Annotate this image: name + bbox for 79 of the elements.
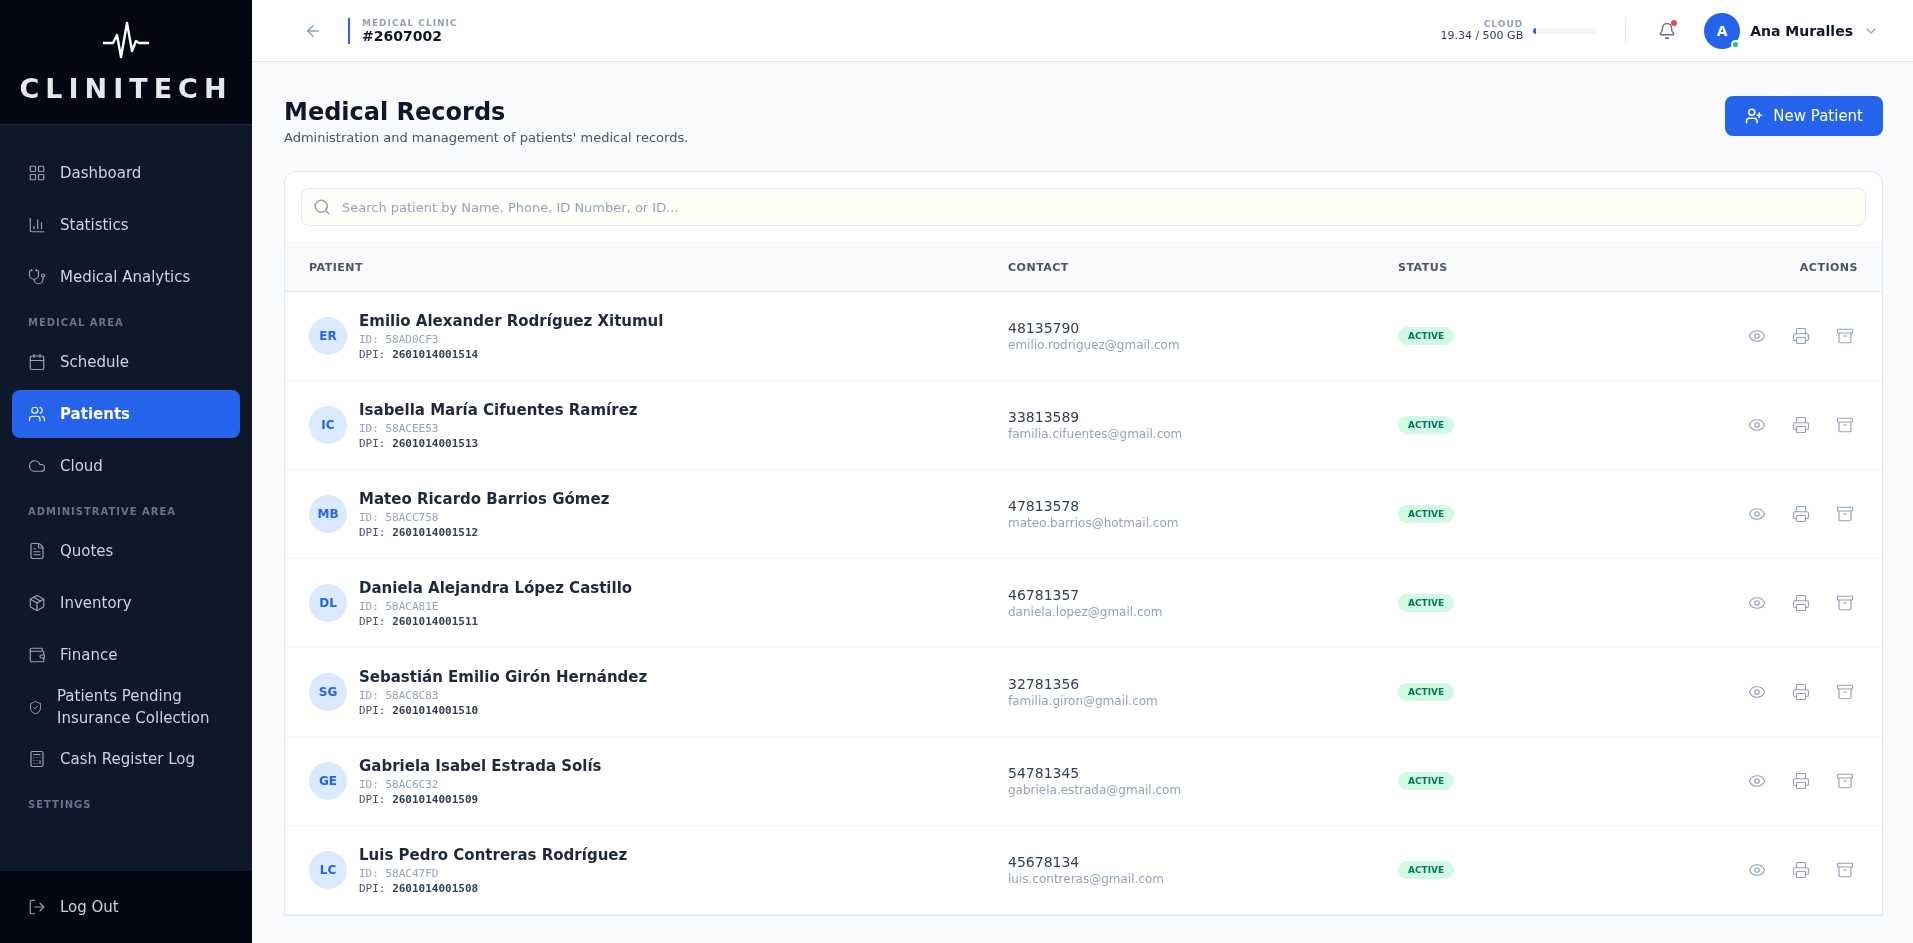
patient-initials-avatar: ER [309,317,347,355]
page-subtitle: Administration and management of patients' medical records. [284,130,689,145]
patient-dpi: DPI: 2601014001509 [359,792,480,806]
status-badge: ACTIVE [1398,594,1455,612]
patient-name: Mateo Ricardo Barrios Gómez [359,489,610,508]
search-field[interactable]: Search patient by Name, Phone, ID Number, or ID... [301,188,1866,226]
column-header: ACTIONS [1799,260,1858,274]
user-menu-button[interactable]: A Ana Muralles [1698,11,1885,50]
sidebar-section-label: MEDICAL AREA [27,316,125,330]
column-header: STATUS [1398,260,1448,274]
patient-dpi: DPI: 2601014001513 [359,436,480,450]
sidebar-item[interactable]: Quotes [12,527,240,575]
status-badge: ACTIVE [1398,861,1455,879]
page-title: Medical Records [284,98,507,126]
sidebar-item[interactable]: Dashboard [12,149,240,197]
patient-phone: 33813589 [1008,409,1081,425]
patient-phone: 47813578 [1008,498,1081,514]
patient-dpi: DPI: 2601014001512 [359,525,480,539]
patient-initials-avatar: IC [309,406,347,444]
patient-email: emilio.rodriguez@gmail.com [1008,338,1181,352]
status-badge: ACTIVE [1398,416,1455,434]
column-header: CONTACT [1008,260,1069,274]
patient-id: ID: 58ACA81E [359,599,440,613]
user-avatar: A [1704,12,1741,49]
sidebar-item[interactable]: Statistics [12,201,240,249]
patient-email: familia.giron@gmail.com [1008,694,1159,708]
sidebar-section-label: SETTINGS [27,798,93,812]
patient-name: Sebastián Emilio Girón Hernández [359,667,648,686]
sidebar-item[interactable]: Cash Register Log [12,735,240,783]
patient-initials-avatar: SG [309,673,347,711]
sidebar-item[interactable]: Finance [12,631,240,679]
sidebar-item[interactable]: Medical Analytics [12,253,240,301]
sidebar-item[interactable]: Patients Pending Insurance Collection [12,683,240,731]
status-badge: ACTIVE [1398,683,1455,701]
patient-name: Gabriela Isabel Estrada Solís [359,756,602,775]
patient-dpi: DPI: 2601014001511 [359,614,480,628]
patient-email: daniela.lopez@gmail.com [1008,605,1164,619]
patient-phone: 46781357 [1008,587,1081,603]
patient-id: ID: 58ACC758 [359,510,440,524]
patient-id: ID: 58AD0CF3 [359,332,440,346]
patient-name: Emilio Alexander Rodríguez Xitumul [359,311,664,330]
patient-dpi: DPI: 2601014001510 [359,703,480,717]
patient-initials-avatar: LC [309,851,347,889]
sidebar-item[interactable]: Schedule [12,338,240,386]
sidebar-item[interactable]: Cloud [12,442,240,490]
patient-initials-avatar: GE [309,762,347,800]
patient-phone: 32781356 [1008,676,1081,692]
sidebar-item[interactable]: Patients [12,390,240,438]
patient-email: familia.cifuentes@gmail.com [1008,427,1184,441]
patient-email: mateo.barrios@hotmail.com [1008,516,1180,530]
patient-name: Luis Pedro Contreras Rodríguez [359,845,628,864]
column-header: PATIENT [309,260,364,274]
patient-email: gabriela.estrada@gmail.com [1008,783,1183,797]
patient-name: Isabella María Cifuentes Ramírez [359,400,638,419]
patient-initials-avatar: MB [309,495,347,533]
status-badge: ACTIVE [1398,327,1455,345]
patient-id: ID: 58AC8C83 [359,688,440,702]
patient-initials-avatar: DL [309,584,347,622]
clinic-id: #2607002 [362,27,443,44]
patient-id: ID: 58AC47FD [359,866,440,880]
patient-phone: 54781345 [1008,765,1081,781]
new-patient-button[interactable]: New Patient [1725,96,1883,136]
storage-reading: 19.34 / 500 GB [1440,29,1524,42]
patient-phone: 45678134 [1008,854,1081,870]
patient-name: Daniela Alejandra López Castillo [359,578,633,597]
storage-label: CLOUD [1483,19,1524,29]
patient-id: ID: 58AC6C32 [359,777,440,791]
status-badge: ACTIVE [1398,505,1455,523]
patient-id: ID: 58ACEE53 [359,421,440,435]
sidebar-item[interactable]: Inventory [12,579,240,627]
sidebar-section-label: ADMINISTRATIVE AREA [27,505,178,519]
clinic-label: MEDICAL CLINIC [362,17,458,28]
status-badge: ACTIVE [1398,772,1455,790]
patient-email: luis.contreras@gmail.com [1008,872,1165,886]
patient-dpi: DPI: 2601014001508 [359,881,480,895]
clinitech-logo-text: CLINITECH [19,72,233,104]
logout-button[interactable]: Log Out [28,898,119,916]
patient-phone: 48135790 [1008,320,1081,336]
patient-dpi: DPI: 2601014001514 [359,347,480,361]
